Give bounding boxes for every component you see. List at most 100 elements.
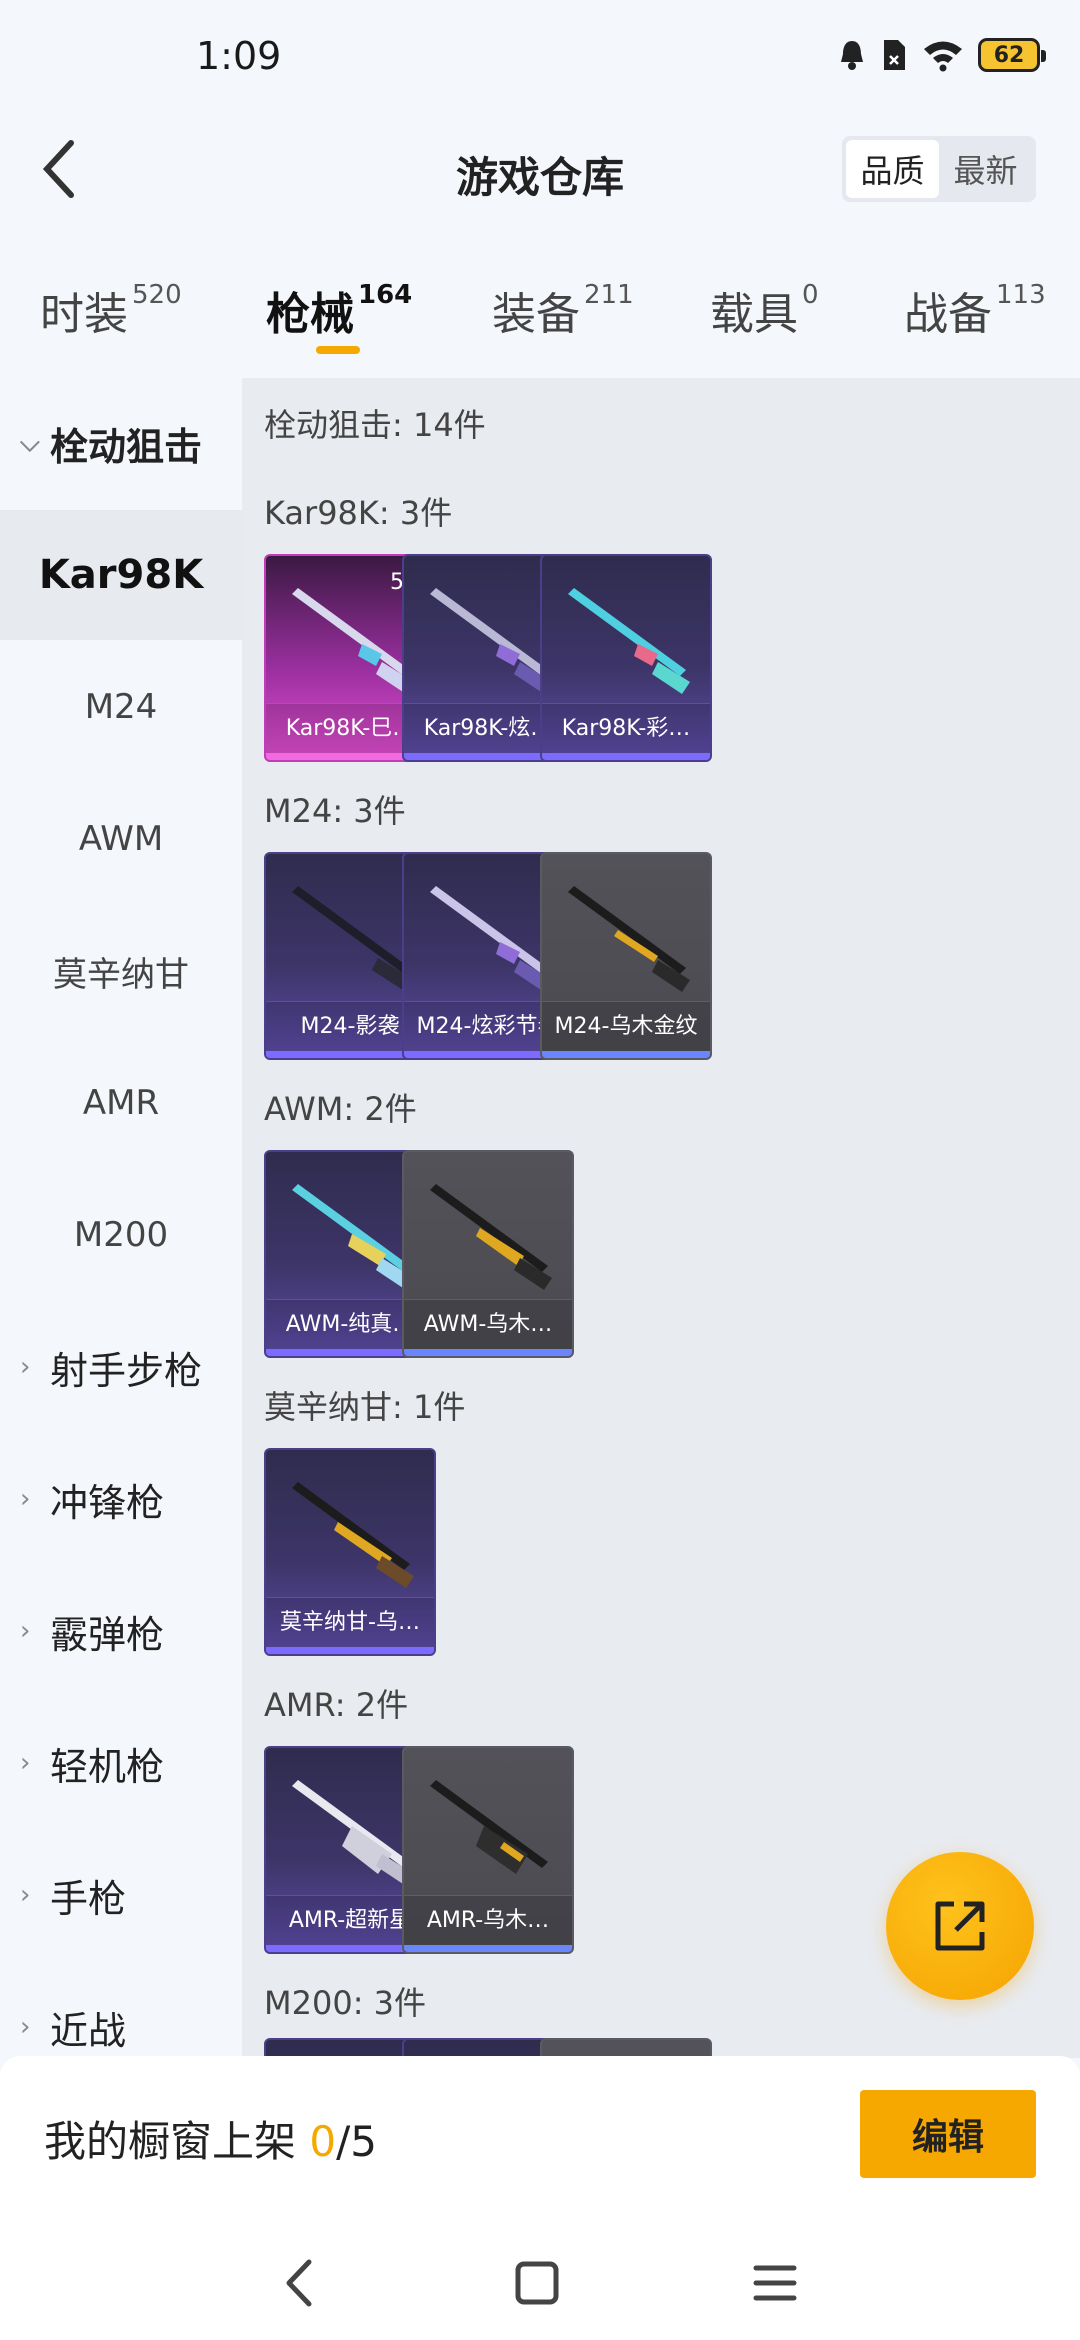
item-card[interactable]: 莫辛纳甘-乌… <box>264 1448 436 1656</box>
share-fab-button[interactable] <box>886 1852 1034 2000</box>
shelf-current-count: 0 <box>309 2117 337 2166</box>
sidebar-group-shotgun[interactable]: › 霰弹枪 <box>0 1566 242 1696</box>
tab-count: 113 <box>996 280 1046 310</box>
sidebar-group-smg[interactable]: › 冲锋枪 <box>0 1434 242 1564</box>
rifle-icon <box>568 588 690 694</box>
tab-label: 时装 <box>40 289 128 340</box>
rarity-bar <box>266 1647 434 1654</box>
sidebar-group-marksman[interactable]: › 射手步枪 <box>0 1302 242 1432</box>
tab-label: 载具 <box>710 289 798 340</box>
rarity-bar <box>542 1051 710 1058</box>
sidebar-item-mosin[interactable]: 莫辛纳甘 <box>0 906 242 1036</box>
section-title: M24: 3件 <box>264 792 406 830</box>
item-name: AWM-乌木… <box>404 1299 572 1349</box>
rifle-icon <box>292 1482 414 1588</box>
shelf-status: 我的橱窗上架 0/5 <box>44 2108 377 2169</box>
sim-card-icon <box>884 40 905 70</box>
nav-back-button[interactable] <box>264 2248 334 2318</box>
shelf-label: 我的橱窗上架 <box>44 2117 297 2166</box>
tab-firearms[interactable]: 枪械 164 <box>266 278 412 342</box>
item-name: AMR-乌木… <box>404 1895 572 1945</box>
section-title: Kar98K: 3件 <box>264 494 453 532</box>
sidebar-group-pistol[interactable]: › 手枪 <box>0 1830 242 1960</box>
tab-vehicles[interactable]: 载具 0 <box>710 278 819 342</box>
status-icons: 62 <box>838 38 1046 72</box>
sidebar: ⌵ 栓动狙击 Kar98K M24 AWM 莫辛纳甘 AMR M200 › 射手步… <box>0 378 242 2058</box>
chevron-right-icon: › <box>20 1484 31 1514</box>
item-card[interactable]: M24-乌木金纹 <box>540 852 712 1060</box>
status-time: 1:09 <box>196 34 282 78</box>
tab-count: 520 <box>132 280 182 310</box>
sort-by-quality-button[interactable]: 品质 <box>846 140 939 198</box>
rifle-icon <box>292 1780 414 1886</box>
active-tab-indicator <box>316 346 360 354</box>
tab-fashion[interactable]: 时装 520 <box>40 278 182 342</box>
sort-toggle: 品质 最新 <box>842 136 1036 202</box>
section-title: AMR: 2件 <box>264 1686 409 1724</box>
category-summary: 栓动狙击: 14件 <box>264 406 486 444</box>
status-bar: 1:09 62 <box>0 0 1080 120</box>
battery-icon: 62 <box>978 38 1046 72</box>
chevron-right-icon: › <box>20 1748 31 1778</box>
category-tabs: 时装 520 枪械 164 装备 211 载具 0 战备 113 <box>0 260 1080 360</box>
item-card[interactable]: AWM-乌木… <box>402 1150 574 1358</box>
rarity-bar <box>542 753 710 760</box>
rifle-icon <box>292 588 414 694</box>
rifle-icon <box>430 1184 552 1290</box>
chevron-right-icon: › <box>20 1880 31 1910</box>
sort-by-newest-button[interactable]: 最新 <box>939 140 1032 198</box>
sidebar-group-label: 轻机枪 <box>50 1744 165 1789</box>
sidebar-group-lmg[interactable]: › 轻机枪 <box>0 1698 242 1828</box>
sidebar-group-label: 近战 <box>50 2008 127 2053</box>
rarity-bar <box>404 1945 572 1952</box>
notification-bell-icon <box>841 41 863 70</box>
tab-count: 211 <box>584 280 634 310</box>
rifle-icon <box>430 1780 548 1874</box>
rifle-icon <box>430 588 552 694</box>
sidebar-group-label: 射手步枪 <box>50 1348 203 1393</box>
item-name: M24-乌木金纹 <box>542 1001 710 1051</box>
header: 游戏仓库 品质 最新 <box>0 120 1080 220</box>
sidebar-group-bolt-action[interactable]: ⌵ 栓动狙击 <box>0 378 242 508</box>
sidebar-item-m200[interactable]: M200 <box>0 1170 242 1300</box>
sidebar-item-m24[interactable]: M24 <box>0 642 242 772</box>
nav-recents-button[interactable] <box>740 2248 810 2318</box>
system-nav-bar <box>0 2220 1080 2340</box>
shelf-total-count: /5 <box>336 2117 377 2166</box>
item-grid: 栓动狙击: 14件 Kar98K: 3件 5级 Kar98K-巳… Kar98K… <box>242 378 1080 2058</box>
sidebar-group-label: 霰弹枪 <box>50 1612 165 1657</box>
wifi-icon <box>924 41 962 72</box>
tab-supplies[interactable]: 战备 113 <box>904 278 1046 342</box>
sidebar-group-label: 手枪 <box>50 1876 127 1921</box>
item-name: Kar98K-彩… <box>542 703 710 753</box>
bottom-bar: 我的橱窗上架 0/5 编辑 <box>0 2056 1080 2220</box>
chevron-down-icon: ⌵ <box>20 427 40 458</box>
tab-equipment[interactable]: 装备 211 <box>492 278 634 342</box>
tab-count: 164 <box>358 280 413 310</box>
rifle-icon <box>568 886 690 992</box>
tab-label: 战备 <box>904 289 992 340</box>
item-card[interactable] <box>540 2038 712 2058</box>
rifle-icon <box>430 886 552 992</box>
edit-button[interactable]: 编辑 <box>860 2090 1036 2178</box>
rifle-icon <box>292 886 414 992</box>
tab-label: 枪械 <box>266 289 354 340</box>
nav-menu-icon <box>753 2265 797 2301</box>
sidebar-group-label: 冲锋枪 <box>50 1480 165 1525</box>
rarity-bar <box>404 1349 572 1356</box>
rifle-icon <box>292 1184 414 1290</box>
sidebar-item-amr[interactable]: AMR <box>0 1038 242 1168</box>
share-icon <box>935 1901 985 1951</box>
item-card[interactable]: AMR-乌木… <box>402 1746 574 1954</box>
nav-home-icon <box>515 2261 559 2305</box>
sidebar-group-label: 栓动狙击 <box>50 424 203 469</box>
nav-back-icon <box>286 2259 312 2307</box>
tab-label: 装备 <box>492 289 580 340</box>
section-title: AWM: 2件 <box>264 1090 417 1128</box>
item-card[interactable]: Kar98K-彩… <box>540 554 712 762</box>
nav-home-button[interactable] <box>502 2248 572 2318</box>
chevron-right-icon: › <box>20 1616 31 1646</box>
sidebar-item-kar98k[interactable]: Kar98K <box>0 510 242 640</box>
sidebar-item-awm[interactable]: AWM <box>0 774 242 904</box>
chevron-right-icon: › <box>20 2012 31 2042</box>
